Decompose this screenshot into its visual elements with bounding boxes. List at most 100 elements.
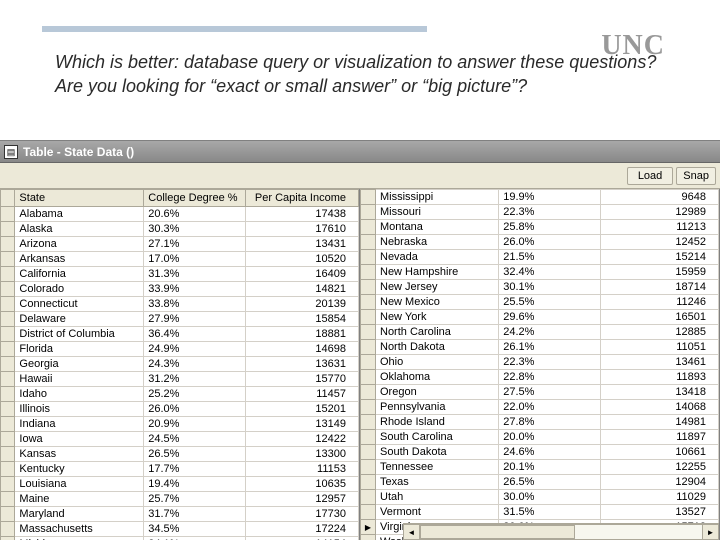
cell[interactable]: Indiana [15, 417, 144, 432]
row-selector[interactable] [1, 417, 15, 432]
cell[interactable]: 31.5% [499, 505, 601, 520]
row-selector[interactable] [361, 415, 376, 430]
table-row[interactable]: Colorado33.9%14821 [1, 282, 359, 297]
row-selector[interactable] [1, 267, 15, 282]
scroll-right-button[interactable]: ► [702, 524, 719, 540]
cell[interactable]: 17.7% [144, 462, 245, 477]
cell[interactable]: Mississippi [376, 190, 499, 205]
row-selector[interactable] [1, 282, 15, 297]
cell[interactable]: 11051 [601, 340, 719, 355]
table-row[interactable]: Indiana20.9%13149 [1, 417, 359, 432]
cell[interactable]: 16409 [245, 267, 358, 282]
row-selector[interactable] [361, 340, 376, 355]
cell[interactable]: Montana [376, 220, 499, 235]
cell[interactable]: 27.8% [499, 415, 601, 430]
table-row[interactable]: Oklahoma22.8%11893 [361, 370, 719, 385]
cell[interactable]: Nevada [376, 250, 499, 265]
row-selector[interactable] [361, 400, 376, 415]
cell[interactable]: 11897 [601, 430, 719, 445]
cell[interactable]: 13527 [601, 505, 719, 520]
cell[interactable]: 22.3% [499, 205, 601, 220]
col-header-income[interactable]: Per Capita Income [245, 190, 358, 207]
cell[interactable]: 12255 [601, 460, 719, 475]
cell[interactable]: 30.3% [144, 222, 245, 237]
table-row[interactable]: Nevada21.5%15214 [361, 250, 719, 265]
table-row[interactable]: North Dakota26.1%11051 [361, 340, 719, 355]
table-row[interactable]: Utah30.0%11029 [361, 490, 719, 505]
cell[interactable]: Arizona [15, 237, 144, 252]
table-row[interactable]: Hawaii31.2%15770 [1, 372, 359, 387]
cell[interactable]: 12989 [601, 205, 719, 220]
horizontal-scrollbar[interactable]: ◄ ► [403, 523, 719, 540]
cell[interactable]: Maryland [15, 507, 144, 522]
cell[interactable]: 24.2% [499, 325, 601, 340]
table-row[interactable]: Oregon27.5%13418 [361, 385, 719, 400]
cell[interactable]: Maine [15, 492, 144, 507]
cell[interactable]: 24.3% [144, 357, 245, 372]
cell[interactable]: New Jersey [376, 280, 499, 295]
load-button[interactable]: Load [627, 167, 673, 185]
cell[interactable]: Alaska [15, 222, 144, 237]
cell[interactable]: Missouri [376, 205, 499, 220]
row-selector[interactable] [361, 325, 376, 340]
cell[interactable]: 24.9% [144, 342, 245, 357]
cell[interactable]: Kansas [15, 447, 144, 462]
cell[interactable]: 29.6% [499, 310, 601, 325]
row-selector[interactable] [1, 222, 15, 237]
cell[interactable]: 22.0% [499, 400, 601, 415]
cell[interactable]: 14981 [601, 415, 719, 430]
cell[interactable]: 17610 [245, 222, 358, 237]
cell[interactable]: North Carolina [376, 325, 499, 340]
row-selector[interactable] [1, 252, 15, 267]
cell[interactable]: 26.5% [499, 475, 601, 490]
cell[interactable]: Florida [15, 342, 144, 357]
cell[interactable]: North Dakota [376, 340, 499, 355]
cell[interactable]: 12452 [601, 235, 719, 250]
row-selector[interactable] [1, 387, 15, 402]
row-selector[interactable] [361, 355, 376, 370]
cell[interactable]: 14154 [245, 537, 358, 540]
cell[interactable]: Nebraska [376, 235, 499, 250]
table-row[interactable]: Texas26.5%12904 [361, 475, 719, 490]
cell[interactable]: 10635 [245, 477, 358, 492]
cell[interactable]: 10520 [245, 252, 358, 267]
row-selector[interactable] [361, 520, 376, 535]
cell[interactable]: 17438 [245, 207, 358, 222]
snap-button[interactable]: Snap [676, 167, 716, 185]
cell[interactable]: 12904 [601, 475, 719, 490]
cell[interactable]: 15854 [245, 312, 358, 327]
table-row[interactable]: Alaska30.3%17610 [1, 222, 359, 237]
cell[interactable]: 34.5% [144, 522, 245, 537]
cell[interactable]: 16501 [601, 310, 719, 325]
cell[interactable]: 15959 [601, 265, 719, 280]
cell[interactable]: 13431 [245, 237, 358, 252]
table-row[interactable]: Montana25.8%11213 [361, 220, 719, 235]
row-selector[interactable] [361, 295, 376, 310]
cell[interactable]: 32.4% [499, 265, 601, 280]
cell[interactable]: 26.5% [144, 447, 245, 462]
row-selector[interactable] [361, 445, 376, 460]
cell[interactable]: Alabama [15, 207, 144, 222]
cell[interactable]: 26.0% [499, 235, 601, 250]
window-titlebar[interactable]: ▤ Table - State Data () [0, 141, 720, 163]
cell[interactable]: 13631 [245, 357, 358, 372]
cell[interactable]: Michigan [15, 537, 144, 540]
row-selector[interactable] [361, 220, 376, 235]
cell[interactable]: 25.7% [144, 492, 245, 507]
row-selector[interactable] [361, 430, 376, 445]
cell[interactable]: South Dakota [376, 445, 499, 460]
cell[interactable]: 11213 [601, 220, 719, 235]
cell[interactable]: 31.3% [144, 267, 245, 282]
cell[interactable]: 20.0% [499, 430, 601, 445]
cell[interactable]: Iowa [15, 432, 144, 447]
cell[interactable]: Louisiana [15, 477, 144, 492]
row-selector[interactable] [1, 447, 15, 462]
table-row[interactable]: Florida24.9%14698 [1, 342, 359, 357]
cell[interactable]: 17224 [245, 522, 358, 537]
table-row[interactable]: Delaware27.9%15854 [1, 312, 359, 327]
scroll-track[interactable] [420, 524, 702, 540]
cell[interactable]: 9648 [601, 190, 719, 205]
table-row[interactable]: Michigan24.1%14154 [1, 537, 359, 540]
row-selector[interactable] [1, 237, 15, 252]
table-row[interactable]: Massachusetts34.5%17224 [1, 522, 359, 537]
